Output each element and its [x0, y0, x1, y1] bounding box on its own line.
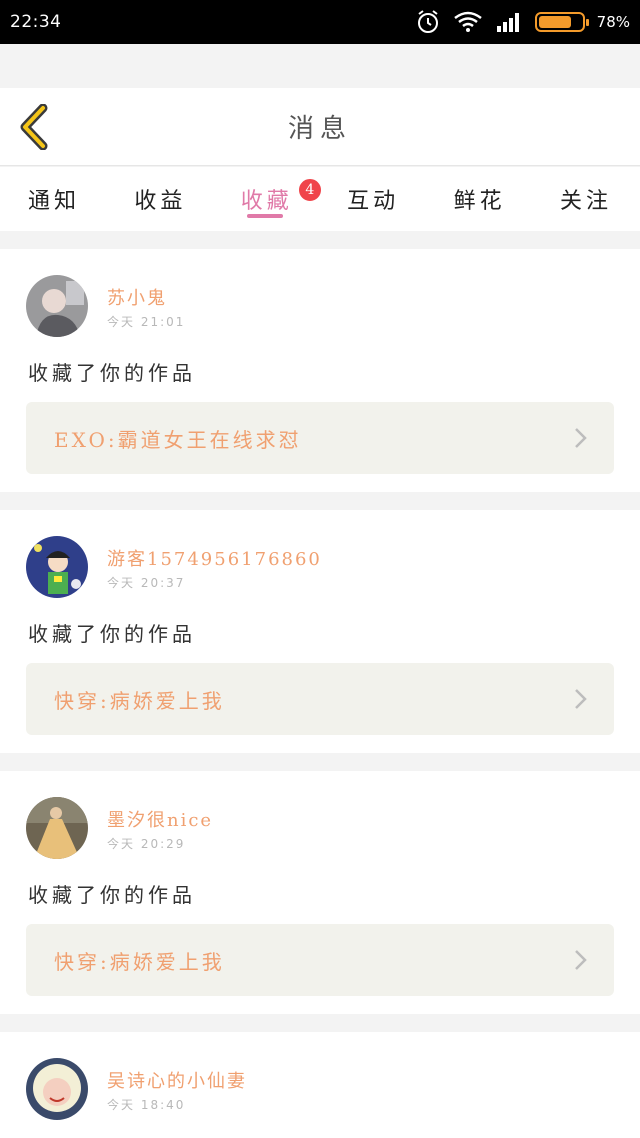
chevron-left-icon — [20, 104, 48, 150]
avatar-cartoon-icon — [26, 536, 88, 598]
tab-earnings[interactable]: 收益 — [134, 167, 186, 231]
avatar[interactable] — [26, 536, 88, 598]
tab-bar: 通知 收益 收藏 4 互动 鲜花 关注 — [0, 167, 640, 231]
timestamp: 今天 20:37 — [107, 576, 186, 590]
avatar[interactable] — [26, 797, 88, 859]
avatar-face-icon — [26, 1058, 88, 1120]
chevron-right-icon — [574, 688, 588, 710]
username[interactable]: 墨汐很nice — [107, 806, 213, 832]
avatar[interactable] — [26, 275, 88, 337]
timestamp: 今天 20:29 — [107, 837, 186, 851]
work-title: 快穿:病娇爱上我 — [54, 688, 225, 713]
work-title: EXO:霸道女王在线求怼 — [54, 427, 302, 452]
battery-icon — [534, 12, 589, 32]
back-button[interactable] — [14, 104, 54, 150]
avatar-photo-icon — [26, 275, 88, 337]
page-title: 消息 — [287, 114, 352, 144]
list-item: 吴诗心的小仙妻 今天 18:40 — [0, 1032, 640, 1138]
action-text: 收藏了你的作品 — [28, 622, 196, 646]
action-text: 收藏了你的作品 — [28, 361, 196, 385]
unread-badge: 4 — [296, 177, 323, 203]
username[interactable]: 苏小鬼 — [107, 284, 167, 310]
list-item: 游客1574956176860 今天 20:37 收藏了你的作品 快穿:病娇爱上… — [0, 510, 640, 753]
avatar[interactable] — [26, 1058, 88, 1120]
action-text: 收藏了你的作品 — [28, 883, 196, 907]
work-title: 快穿:病娇爱上我 — [54, 949, 225, 974]
wifi-icon — [453, 10, 483, 34]
battery-percent: 78% — [596, 13, 630, 31]
tab-favorites[interactable]: 收藏 4 — [241, 167, 323, 231]
battery-level — [538, 16, 572, 28]
chevron-right-icon — [574, 427, 588, 449]
status-time: 22:34 — [10, 12, 62, 32]
tab-interactions[interactable]: 互动 — [347, 167, 399, 231]
timestamp: 今天 21:01 — [107, 315, 186, 329]
work-link[interactable]: 快穿:病娇爱上我 — [26, 663, 614, 735]
notification-list: 苏小鬼 今天 21:01 收藏了你的作品 EXO:霸道女王在线求怼 游客1574… — [0, 249, 640, 1138]
timestamp: 今天 18:40 — [107, 1098, 186, 1112]
username[interactable]: 游客1574956176860 — [107, 545, 322, 571]
alarm-icon — [415, 9, 441, 35]
avatar-dress-icon — [26, 797, 88, 859]
list-item: 墨汐很nice 今天 20:29 收藏了你的作品 快穿:病娇爱上我 — [0, 771, 640, 1014]
chevron-right-icon — [574, 949, 588, 971]
username[interactable]: 吴诗心的小仙妻 — [107, 1067, 247, 1093]
header: 消息 — [0, 88, 640, 166]
signal-icon — [495, 11, 523, 33]
list-item: 苏小鬼 今天 21:01 收藏了你的作品 EXO:霸道女王在线求怼 — [0, 249, 640, 492]
work-link[interactable]: 快穿:病娇爱上我 — [26, 924, 614, 996]
tab-notifications[interactable]: 通知 — [28, 167, 80, 231]
tab-flowers[interactable]: 鲜花 — [454, 167, 506, 231]
tab-following[interactable]: 关注 — [560, 167, 612, 231]
status-bar: 22:34 78% — [0, 0, 640, 44]
status-icons: 78% — [415, 9, 630, 35]
work-link[interactable]: EXO:霸道女王在线求怼 — [26, 402, 614, 474]
